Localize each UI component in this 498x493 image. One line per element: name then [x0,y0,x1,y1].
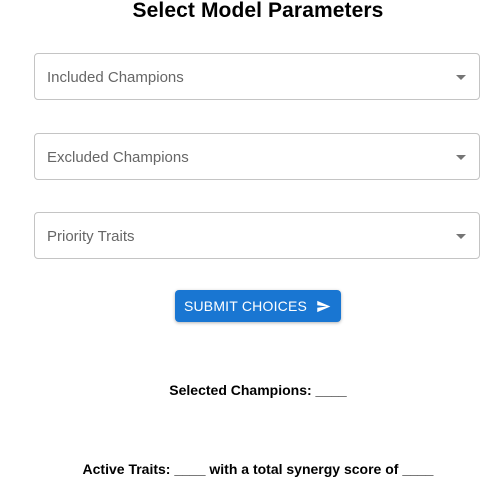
page-title: Select Model Parameters [132,0,384,22]
priority-traits-select[interactable]: Priority Traits [34,212,480,259]
included-champions-select[interactable]: Included Champions [34,53,480,100]
excluded-champions-select[interactable]: Excluded Champions [34,133,480,180]
submit-button-label: SUBMIT CHOICES [183,298,308,314]
submit-choices-button[interactable]: SUBMIT CHOICES [175,290,341,322]
arrow-drop-down-icon [456,155,466,160]
active-traits-text: Active Traits: ____ with a total synergy… [82,461,434,477]
arrow-drop-down-icon [456,75,466,80]
selected-champions-text: Selected Champions: ____ [169,382,347,398]
send-icon [317,300,331,312]
included-champions-label: Included Champions [47,69,184,86]
priority-traits-label: Priority Traits [47,228,135,245]
arrow-drop-down-icon [456,234,466,239]
excluded-champions-label: Excluded Champions [47,149,189,166]
